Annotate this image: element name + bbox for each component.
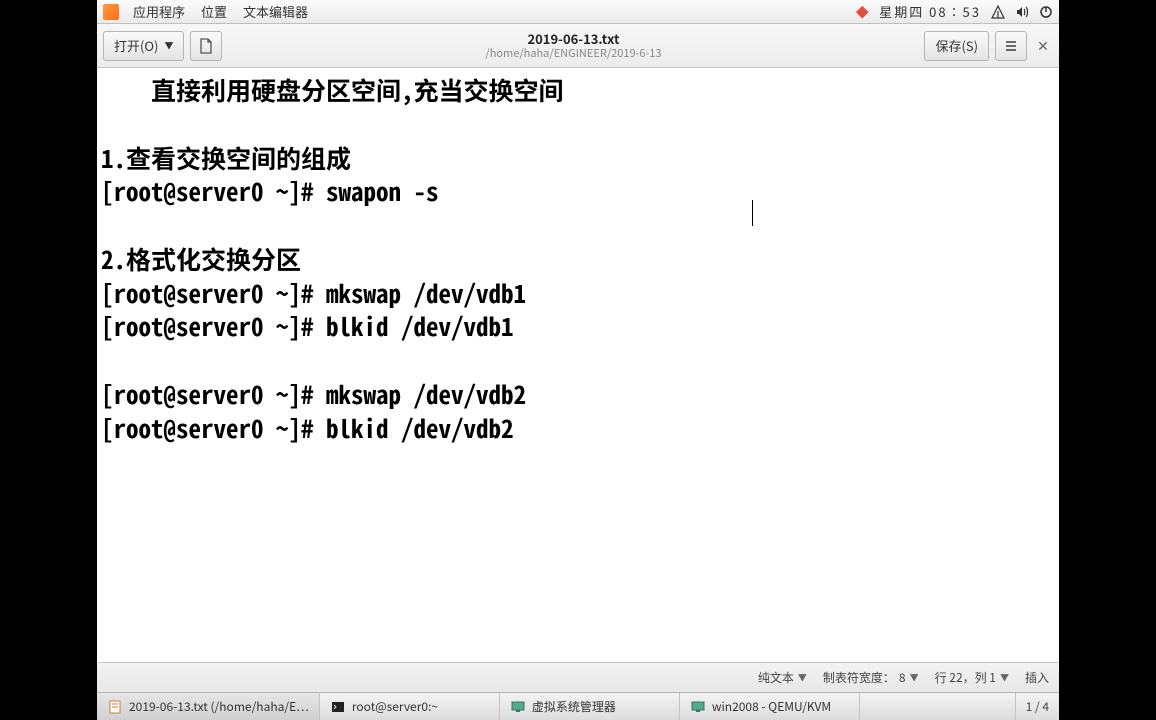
editor-text[interactable]: 直接利用硬盘分区空间,充当交换空间 1.查看交换空间的组成 [root@serv… xyxy=(101,74,1055,445)
syntax-label: 纯文本 xyxy=(758,669,794,686)
close-icon: ✕ xyxy=(1037,36,1049,56)
menu-texteditor[interactable]: 文本编辑器 xyxy=(235,2,316,21)
menu-button[interactable] xyxy=(995,31,1027,61)
cursor-position[interactable]: 行 22，列 1 ▼ xyxy=(935,669,1009,686)
document-icon xyxy=(198,38,214,54)
taskbar-item-virtmanager[interactable]: 虚拟系统管理器 xyxy=(500,693,680,720)
power-icon[interactable] xyxy=(1039,5,1053,19)
vm-icon xyxy=(690,699,706,715)
top-panel: 应用程序 位置 文本编辑器 ◆ 星期四 08∶53 xyxy=(97,0,1059,24)
terminal-icon xyxy=(330,699,346,715)
open-button[interactable]: 打开(O) ▼ xyxy=(103,31,184,61)
chevron-down-icon: ▼ xyxy=(164,39,173,52)
taskbar-item-terminal[interactable]: root@server0:~ xyxy=(320,693,500,720)
save-button-label: 保存(S) xyxy=(935,36,978,55)
pager-label: 1 / 4 xyxy=(1026,698,1049,715)
cursor-position-label: 行 22，列 1 xyxy=(935,669,996,686)
input-mode[interactable]: 插入 xyxy=(1025,669,1049,686)
menu-places[interactable]: 位置 xyxy=(193,2,235,21)
syntax-selector[interactable]: 纯文本 ▼ xyxy=(758,669,807,686)
save-button[interactable]: 保存(S) xyxy=(924,31,989,61)
open-button-label: 打开(O) xyxy=(114,36,158,55)
workspace-pager[interactable]: 1 / 4 xyxy=(1015,693,1059,720)
input-mode-label: 插入 xyxy=(1025,669,1049,686)
clock[interactable]: 星期四 08∶53 xyxy=(879,2,981,21)
system-tray: ◆ 星期四 08∶53 xyxy=(855,2,1053,21)
editor-content[interactable]: 直接利用硬盘分区空间,充当交换空间 1.查看交换空间的组成 [root@serv… xyxy=(97,68,1059,662)
taskbar-item-label: 2019-06-13.txt (/home/haha/E… xyxy=(129,698,309,715)
gedit-icon xyxy=(103,4,119,20)
chevron-down-icon: ▼ xyxy=(798,671,807,684)
taskbar: 2019-06-13.txt (/home/haha/E… root@serve… xyxy=(97,692,1059,720)
title-block: 2019-06-13.txt /home/haha/ENGINEER/2019-… xyxy=(228,31,918,60)
menu-applications[interactable]: 应用程序 xyxy=(125,2,193,21)
taskbar-item-gedit[interactable]: 2019-06-13.txt (/home/haha/E… xyxy=(97,693,320,720)
tab-width-selector[interactable]: 制表符宽度： 8 ▼ xyxy=(823,669,919,686)
gedit-icon xyxy=(107,699,123,715)
tab-width-value: 8 xyxy=(899,669,906,686)
vm-icon xyxy=(510,699,526,715)
file-path: /home/haha/ENGINEER/2019-6-13 xyxy=(485,47,661,60)
tab-width-label: 制表符宽度： xyxy=(823,669,895,686)
new-document-button[interactable] xyxy=(190,31,222,61)
network-icon[interactable] xyxy=(991,5,1005,19)
hamburger-icon xyxy=(1004,39,1018,53)
text-caret xyxy=(752,200,753,226)
chevron-down-icon: ▼ xyxy=(1000,671,1009,684)
chevron-down-icon: ▼ xyxy=(910,671,919,684)
taskbar-item-label: win2008 - QEMU/KVM xyxy=(712,698,831,715)
editor-toolbar: 打开(O) ▼ 2019-06-13.txt /home/haha/ENGINE… xyxy=(97,24,1059,68)
notification-icon[interactable]: ◆ xyxy=(855,5,869,19)
taskbar-item-qemu[interactable]: win2008 - QEMU/KVM xyxy=(680,693,860,720)
taskbar-item-label: root@server0:~ xyxy=(352,698,438,715)
close-button[interactable]: ✕ xyxy=(1033,36,1053,56)
taskbar-item-label: 虚拟系统管理器 xyxy=(532,698,616,715)
status-bar: 纯文本 ▼ 制表符宽度： 8 ▼ 行 22，列 1 ▼ 插入 xyxy=(97,662,1059,692)
volume-icon[interactable] xyxy=(1015,5,1029,19)
